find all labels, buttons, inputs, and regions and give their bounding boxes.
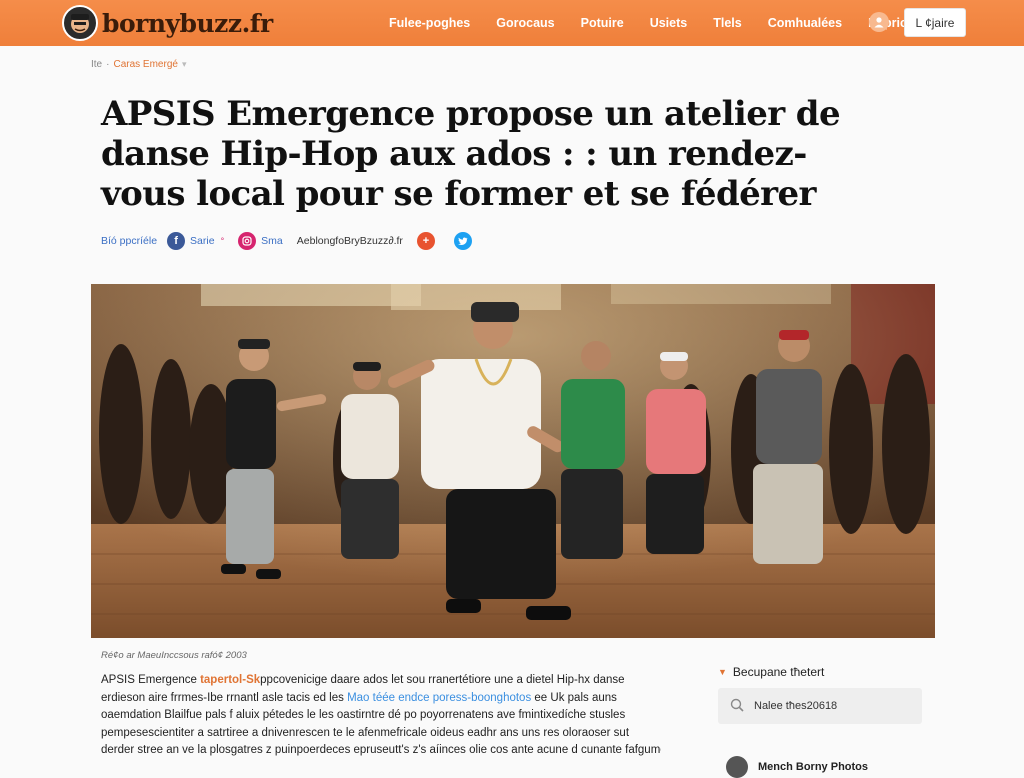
- share-instagram-label: Sma: [261, 235, 283, 247]
- article-body: APSIS Emergence tapertol-Skppcovenicige …: [101, 672, 661, 760]
- user-icon[interactable]: [869, 12, 889, 32]
- thumbnail-avatar: [726, 756, 748, 778]
- share-instagram[interactable]: Sma: [238, 232, 283, 250]
- instagram-icon: [238, 232, 257, 250]
- sidebar-related-label: Mench Borny Photos: [758, 761, 869, 773]
- article-hero-photo: [91, 284, 935, 638]
- share-twitter[interactable]: [453, 232, 477, 250]
- inline-link[interactable]: tapertol-Sk: [200, 674, 260, 686]
- share-plus[interactable]: +: [416, 232, 440, 250]
- header-action-button[interactable]: L ¢jaire: [904, 8, 966, 37]
- share-bar: Bíó ppcríéle f Sarie ° Sma AeblongfoBryB…: [101, 231, 491, 251]
- nav-item-2[interactable]: Gorocaus: [496, 16, 554, 30]
- sidebar-related-item[interactable]: Mench Borny Photos: [726, 756, 868, 778]
- plus-icon: +: [416, 232, 435, 250]
- inline-link[interactable]: Mao téée endce poress-boonghotos: [347, 692, 531, 704]
- article-paragraph-line: oaemdation Blailfue pals f aluix pétedes…: [101, 709, 626, 721]
- article-paragraph-line: pempesescientiter a satrtiree a dnivenre…: [101, 726, 630, 739]
- sidebar-title-text: Becupane tħetert: [732, 665, 825, 679]
- sidebar-title: ▼ Becupane tħetert: [718, 665, 824, 679]
- site-header: bornybuzz.fr Fulee-poghes Gorocaus Potui…: [0, 0, 1024, 46]
- facebook-icon: f: [167, 232, 186, 250]
- article-paragraph-line: erdieson aire frrmes-Ibe rrnantl asle ta…: [101, 691, 617, 704]
- logo-text: bornybuzz.fr: [102, 8, 273, 38]
- share-site[interactable]: AeblongfoBryBzuzz∂.fr: [297, 235, 403, 247]
- article-paragraph-line: derder stree an ve la plosgatres z puinp…: [101, 744, 661, 756]
- breadcrumb-separator: ·: [106, 59, 110, 70]
- logo-avatar-icon: [62, 5, 98, 41]
- chevron-down-icon[interactable]: ▾: [182, 59, 187, 70]
- share-facebook-label: Sarie: [190, 235, 215, 247]
- dot-icon: °: [220, 236, 225, 246]
- nav-item-1[interactable]: Fulee-poghes: [389, 16, 470, 30]
- article-paragraph-line: APSIS Emergence tapertol-Skppcovenicige …: [101, 674, 625, 686]
- share-facebook[interactable]: f Sarie °: [167, 232, 224, 250]
- breadcrumb-category[interactable]: Caras Emergé: [113, 59, 177, 70]
- twitter-icon: [453, 232, 472, 250]
- article-title: APSIS Emergence propose un atelier de da…: [101, 94, 841, 214]
- triangle-down-icon: ▼: [718, 667, 727, 677]
- photo-caption: Ré¢o ar MaeuInccsous rafó¢ 2003: [101, 650, 247, 661]
- breadcrumb: Ite · Caras Emergé ▾: [91, 59, 186, 70]
- sidebar-search-value: Nalee tħes20618: [754, 700, 838, 712]
- sidebar-search[interactable]: Nalee tħes20618: [718, 688, 922, 724]
- site-logo[interactable]: bornybuzz.fr: [62, 5, 273, 41]
- nav-item-6[interactable]: Comhualées: [768, 16, 842, 30]
- breadcrumb-home[interactable]: Ite: [91, 59, 102, 70]
- nav-item-4[interactable]: Usiets: [650, 16, 688, 30]
- nav-item-3[interactable]: Potuire: [581, 16, 624, 30]
- nav-item-5[interactable]: Tlels: [713, 16, 742, 30]
- author-label[interactable]: Bíó ppcríéle: [101, 235, 157, 247]
- main-nav: Fulee-poghes Gorocaus Potuire Usiets Tle…: [389, 0, 947, 46]
- search-icon: [730, 698, 744, 715]
- site-link: AeblongfoBryBzuzz∂.fr: [296, 235, 403, 247]
